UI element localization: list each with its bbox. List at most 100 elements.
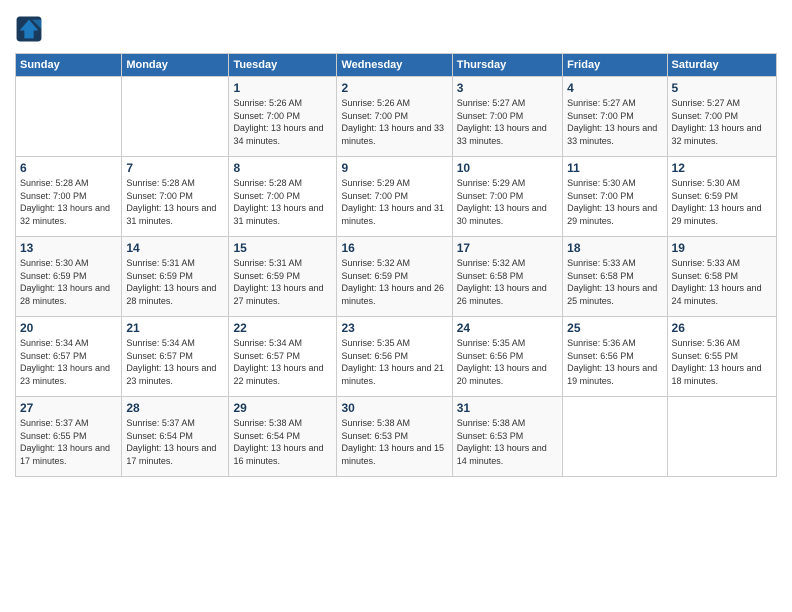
day-info: Sunrise: 5:30 AMSunset: 6:59 PMDaylight:… [672, 177, 772, 227]
day-info: Sunrise: 5:29 AMSunset: 7:00 PMDaylight:… [341, 177, 447, 227]
day-number: 5 [672, 81, 772, 95]
header-cell-monday: Monday [122, 54, 229, 77]
calendar-cell: 28 Sunrise: 5:37 AMSunset: 6:54 PMDaylig… [122, 397, 229, 477]
calendar-cell: 13 Sunrise: 5:30 AMSunset: 6:59 PMDaylig… [16, 237, 122, 317]
week-row-5: 27 Sunrise: 5:37 AMSunset: 6:55 PMDaylig… [16, 397, 777, 477]
day-number: 30 [341, 401, 447, 415]
calendar-cell [122, 77, 229, 157]
calendar-cell: 29 Sunrise: 5:38 AMSunset: 6:54 PMDaylig… [229, 397, 337, 477]
calendar-cell: 20 Sunrise: 5:34 AMSunset: 6:57 PMDaylig… [16, 317, 122, 397]
day-number: 10 [457, 161, 558, 175]
day-number: 1 [233, 81, 332, 95]
day-number: 19 [672, 241, 772, 255]
day-info: Sunrise: 5:34 AMSunset: 6:57 PMDaylight:… [233, 337, 332, 387]
day-info: Sunrise: 5:27 AMSunset: 7:00 PMDaylight:… [672, 97, 772, 147]
day-number: 28 [126, 401, 224, 415]
calendar-header: SundayMondayTuesdayWednesdayThursdayFrid… [16, 54, 777, 77]
day-number: 4 [567, 81, 662, 95]
day-info: Sunrise: 5:38 AMSunset: 6:53 PMDaylight:… [341, 417, 447, 467]
day-number: 21 [126, 321, 224, 335]
calendar-cell [667, 397, 776, 477]
day-info: Sunrise: 5:35 AMSunset: 6:56 PMDaylight:… [341, 337, 447, 387]
day-number: 26 [672, 321, 772, 335]
day-number: 3 [457, 81, 558, 95]
calendar-cell: 25 Sunrise: 5:36 AMSunset: 6:56 PMDaylig… [563, 317, 667, 397]
calendar-cell: 23 Sunrise: 5:35 AMSunset: 6:56 PMDaylig… [337, 317, 452, 397]
day-info: Sunrise: 5:30 AMSunset: 6:59 PMDaylight:… [20, 257, 117, 307]
logo [15, 15, 47, 43]
day-number: 22 [233, 321, 332, 335]
day-info: Sunrise: 5:36 AMSunset: 6:56 PMDaylight:… [567, 337, 662, 387]
day-number: 11 [567, 161, 662, 175]
header-cell-wednesday: Wednesday [337, 54, 452, 77]
calendar-cell: 7 Sunrise: 5:28 AMSunset: 7:00 PMDayligh… [122, 157, 229, 237]
calendar-cell: 1 Sunrise: 5:26 AMSunset: 7:00 PMDayligh… [229, 77, 337, 157]
day-number: 18 [567, 241, 662, 255]
day-number: 7 [126, 161, 224, 175]
day-info: Sunrise: 5:33 AMSunset: 6:58 PMDaylight:… [567, 257, 662, 307]
week-row-2: 6 Sunrise: 5:28 AMSunset: 7:00 PMDayligh… [16, 157, 777, 237]
day-number: 2 [341, 81, 447, 95]
header-cell-thursday: Thursday [452, 54, 562, 77]
calendar-cell: 30 Sunrise: 5:38 AMSunset: 6:53 PMDaylig… [337, 397, 452, 477]
day-info: Sunrise: 5:35 AMSunset: 6:56 PMDaylight:… [457, 337, 558, 387]
calendar-cell: 17 Sunrise: 5:32 AMSunset: 6:58 PMDaylig… [452, 237, 562, 317]
day-number: 12 [672, 161, 772, 175]
calendar-cell: 5 Sunrise: 5:27 AMSunset: 7:00 PMDayligh… [667, 77, 776, 157]
day-info: Sunrise: 5:28 AMSunset: 7:00 PMDaylight:… [126, 177, 224, 227]
calendar-cell: 24 Sunrise: 5:35 AMSunset: 6:56 PMDaylig… [452, 317, 562, 397]
day-info: Sunrise: 5:28 AMSunset: 7:00 PMDaylight:… [20, 177, 117, 227]
week-row-1: 1 Sunrise: 5:26 AMSunset: 7:00 PMDayligh… [16, 77, 777, 157]
day-number: 29 [233, 401, 332, 415]
day-info: Sunrise: 5:36 AMSunset: 6:55 PMDaylight:… [672, 337, 772, 387]
day-number: 25 [567, 321, 662, 335]
calendar-cell [16, 77, 122, 157]
day-number: 27 [20, 401, 117, 415]
page-header [15, 15, 777, 43]
day-number: 23 [341, 321, 447, 335]
day-number: 13 [20, 241, 117, 255]
day-info: Sunrise: 5:32 AMSunset: 6:58 PMDaylight:… [457, 257, 558, 307]
header-cell-sunday: Sunday [16, 54, 122, 77]
calendar-cell: 3 Sunrise: 5:27 AMSunset: 7:00 PMDayligh… [452, 77, 562, 157]
day-number: 20 [20, 321, 117, 335]
day-number: 15 [233, 241, 332, 255]
day-number: 31 [457, 401, 558, 415]
calendar-table: SundayMondayTuesdayWednesdayThursdayFrid… [15, 53, 777, 477]
header-row: SundayMondayTuesdayWednesdayThursdayFrid… [16, 54, 777, 77]
calendar-cell: 6 Sunrise: 5:28 AMSunset: 7:00 PMDayligh… [16, 157, 122, 237]
day-number: 8 [233, 161, 332, 175]
day-info: Sunrise: 5:27 AMSunset: 7:00 PMDaylight:… [567, 97, 662, 147]
day-number: 14 [126, 241, 224, 255]
calendar-cell: 8 Sunrise: 5:28 AMSunset: 7:00 PMDayligh… [229, 157, 337, 237]
day-info: Sunrise: 5:26 AMSunset: 7:00 PMDaylight:… [341, 97, 447, 147]
day-info: Sunrise: 5:27 AMSunset: 7:00 PMDaylight:… [457, 97, 558, 147]
calendar-cell [563, 397, 667, 477]
day-number: 6 [20, 161, 117, 175]
day-number: 16 [341, 241, 447, 255]
day-info: Sunrise: 5:38 AMSunset: 6:53 PMDaylight:… [457, 417, 558, 467]
calendar-cell: 31 Sunrise: 5:38 AMSunset: 6:53 PMDaylig… [452, 397, 562, 477]
header-cell-tuesday: Tuesday [229, 54, 337, 77]
day-info: Sunrise: 5:30 AMSunset: 7:00 PMDaylight:… [567, 177, 662, 227]
calendar-cell: 2 Sunrise: 5:26 AMSunset: 7:00 PMDayligh… [337, 77, 452, 157]
header-cell-friday: Friday [563, 54, 667, 77]
day-info: Sunrise: 5:31 AMSunset: 6:59 PMDaylight:… [233, 257, 332, 307]
day-number: 24 [457, 321, 558, 335]
day-info: Sunrise: 5:38 AMSunset: 6:54 PMDaylight:… [233, 417, 332, 467]
calendar-cell: 22 Sunrise: 5:34 AMSunset: 6:57 PMDaylig… [229, 317, 337, 397]
calendar-cell: 4 Sunrise: 5:27 AMSunset: 7:00 PMDayligh… [563, 77, 667, 157]
calendar-cell: 15 Sunrise: 5:31 AMSunset: 6:59 PMDaylig… [229, 237, 337, 317]
day-number: 9 [341, 161, 447, 175]
day-info: Sunrise: 5:37 AMSunset: 6:55 PMDaylight:… [20, 417, 117, 467]
week-row-4: 20 Sunrise: 5:34 AMSunset: 6:57 PMDaylig… [16, 317, 777, 397]
calendar-cell: 21 Sunrise: 5:34 AMSunset: 6:57 PMDaylig… [122, 317, 229, 397]
day-number: 17 [457, 241, 558, 255]
day-info: Sunrise: 5:29 AMSunset: 7:00 PMDaylight:… [457, 177, 558, 227]
calendar-cell: 12 Sunrise: 5:30 AMSunset: 6:59 PMDaylig… [667, 157, 776, 237]
calendar-cell: 16 Sunrise: 5:32 AMSunset: 6:59 PMDaylig… [337, 237, 452, 317]
calendar-cell: 9 Sunrise: 5:29 AMSunset: 7:00 PMDayligh… [337, 157, 452, 237]
day-info: Sunrise: 5:34 AMSunset: 6:57 PMDaylight:… [20, 337, 117, 387]
day-info: Sunrise: 5:32 AMSunset: 6:59 PMDaylight:… [341, 257, 447, 307]
day-info: Sunrise: 5:37 AMSunset: 6:54 PMDaylight:… [126, 417, 224, 467]
